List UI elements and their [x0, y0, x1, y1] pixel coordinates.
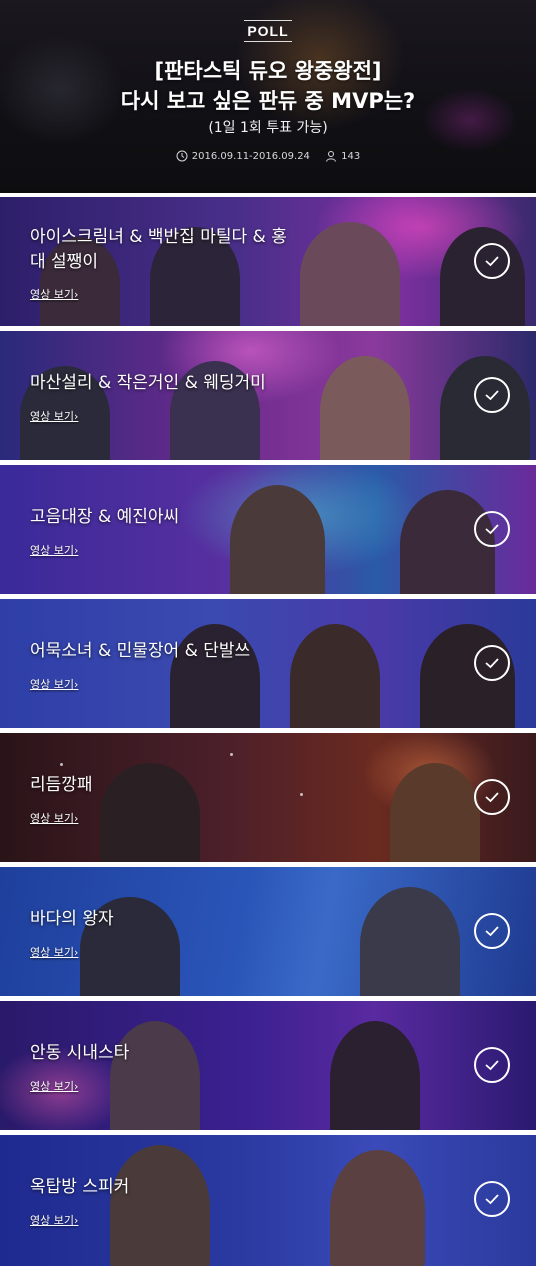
candidate-name: 고음대장 & 예진아씨	[30, 507, 180, 527]
poll-title-line1: [판타스틱 듀오 왕중왕전]	[154, 59, 382, 83]
candidate-name: 어묵소녀 & 민물장어 & 단발쓰	[30, 641, 251, 661]
vote-check-button[interactable]	[474, 913, 510, 949]
candidate-card-3[interactable]: 고음대장 & 예진아씨 영상 보기›	[0, 465, 536, 594]
check-icon	[485, 390, 499, 401]
person-icon	[326, 151, 337, 162]
sparkle	[230, 753, 233, 756]
clock-icon	[176, 150, 188, 162]
vote-check-button[interactable]	[474, 377, 510, 413]
candidate-card-4[interactable]: 어묵소녀 & 민물장어 & 단발쓰 영상 보기›	[0, 599, 536, 728]
watch-video-label: 영상 보기	[30, 288, 74, 301]
photo-figure	[390, 763, 480, 862]
check-icon	[485, 256, 499, 267]
vote-check-button[interactable]	[474, 645, 510, 681]
check-icon	[485, 658, 499, 669]
chevron-right-icon: ›	[73, 288, 79, 301]
chevron-right-icon: ›	[73, 1080, 79, 1093]
candidate-name: 옥탑방 스피커	[30, 1177, 130, 1197]
chevron-right-icon: ›	[73, 678, 79, 691]
candidate-name: 아이스크림녀 & 백반집 마틸다 & 홍대 설쨍이	[30, 227, 287, 272]
photo-figure	[320, 356, 410, 460]
check-icon	[485, 1060, 499, 1071]
poll-badge: POLL	[244, 20, 292, 42]
poll-header: POLL [판타스틱 듀오 왕중왕전] 다시 보고 싶은 판듀 중 MVP는? …	[0, 0, 536, 193]
candidate-photo-8	[0, 1135, 536, 1266]
candidate-card-7[interactable]: 안동 시내스타 영상 보기›	[0, 1001, 536, 1130]
candidate-card-2[interactable]: 마산설리 & 작은거인 & 웨딩거미 영상 보기›	[0, 331, 536, 460]
chevron-right-icon: ›	[73, 544, 79, 557]
chevron-right-icon: ›	[73, 812, 79, 825]
watch-video-label: 영상 보기	[30, 678, 74, 691]
sparkle	[60, 763, 63, 766]
watch-video-label: 영상 보기	[30, 410, 74, 423]
vote-check-button[interactable]	[474, 1181, 510, 1217]
watch-video-link[interactable]: 영상 보기›	[30, 1078, 78, 1094]
candidate-name: 안동 시내스타	[30, 1043, 130, 1063]
sparkle	[300, 793, 303, 796]
watch-video-link[interactable]: 영상 보기›	[30, 542, 78, 558]
photo-figure	[110, 1021, 200, 1130]
poll-period: 2016.09.11-2016.09.24	[176, 150, 310, 162]
chevron-right-icon: ›	[73, 410, 79, 423]
photo-figure	[110, 1145, 210, 1266]
watch-video-label: 영상 보기	[30, 1214, 74, 1227]
vote-check-button[interactable]	[474, 243, 510, 279]
poll-participants: 143	[325, 150, 360, 162]
photo-figure	[300, 222, 400, 326]
vote-check-button[interactable]	[474, 1047, 510, 1083]
photo-figure	[360, 887, 460, 996]
vote-check-button[interactable]	[474, 511, 510, 547]
poll-meta: 2016.09.11-2016.09.24 143	[0, 150, 536, 165]
watch-video-label: 영상 보기	[30, 544, 74, 557]
watch-video-link[interactable]: 영상 보기›	[30, 286, 78, 302]
candidate-card-8[interactable]: 옥탑방 스피커 영상 보기›	[0, 1135, 536, 1266]
chevron-right-icon: ›	[73, 1214, 79, 1227]
photo-figure	[290, 624, 380, 728]
watch-video-link[interactable]: 영상 보기›	[30, 676, 78, 692]
watch-video-link[interactable]: 영상 보기›	[30, 944, 78, 960]
candidate-card-6[interactable]: 바다의 왕자 영상 보기›	[0, 867, 536, 996]
photo-figure	[100, 763, 200, 862]
poll-title-line2: 다시 보고 싶은 판듀 중 MVP는?	[120, 89, 416, 113]
check-icon	[485, 524, 499, 535]
poll-participants-count: 143	[341, 150, 361, 162]
candidate-card-1[interactable]: 아이스크림녀 & 백반집 마틸다 & 홍대 설쨍이 영상 보기›	[0, 197, 536, 326]
chevron-right-icon: ›	[73, 946, 79, 959]
photo-figure	[230, 485, 325, 594]
watch-video-link[interactable]: 영상 보기›	[30, 1212, 78, 1228]
watch-video-label: 영상 보기	[30, 1080, 74, 1093]
watch-video-link[interactable]: 영상 보기›	[30, 810, 78, 826]
check-icon	[485, 926, 499, 937]
photo-figure	[330, 1021, 420, 1130]
poll-title: [판타스틱 듀오 왕중왕전] 다시 보고 싶은 판듀 중 MVP는?	[0, 56, 536, 116]
candidate-name: 바다의 왕자	[30, 909, 114, 929]
vote-check-button[interactable]	[474, 779, 510, 815]
poll-subtitle: (1일 1회 투표 가능)	[208, 120, 328, 136]
check-icon	[485, 1194, 499, 1205]
photo-figure	[330, 1150, 425, 1266]
poll-period-text: 2016.09.11-2016.09.24	[191, 150, 310, 162]
watch-video-label: 영상 보기	[30, 946, 74, 959]
candidate-name: 마산설리 & 작은거인 & 웨딩거미	[30, 373, 266, 393]
watch-video-link[interactable]: 영상 보기›	[30, 408, 78, 424]
candidate-name: 리듬깡패	[30, 775, 93, 795]
watch-video-label: 영상 보기	[30, 812, 74, 825]
candidate-card-5[interactable]: 리듬깡패 영상 보기›	[0, 733, 536, 862]
check-icon	[485, 792, 499, 803]
